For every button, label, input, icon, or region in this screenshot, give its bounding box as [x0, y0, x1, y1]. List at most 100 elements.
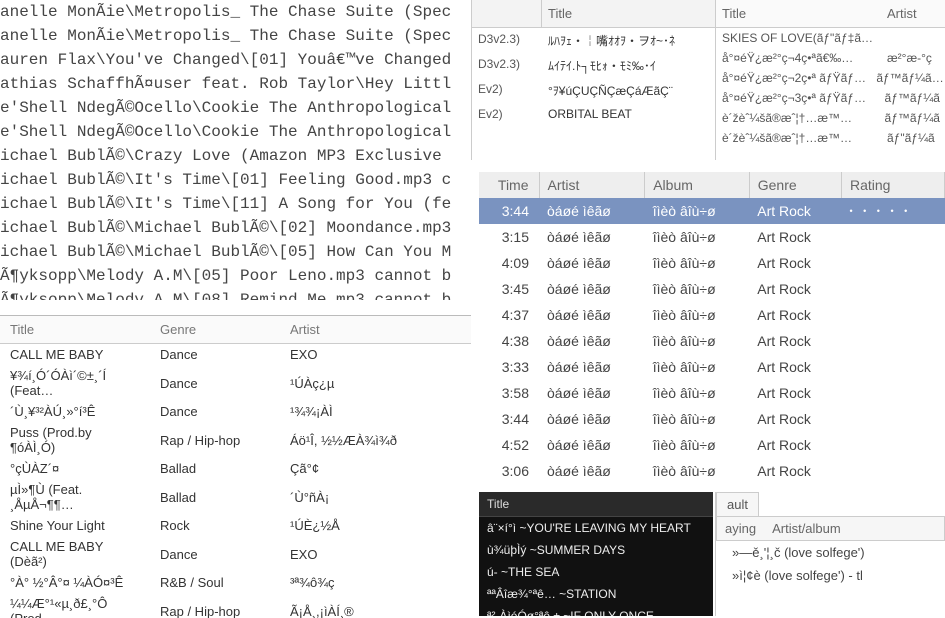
- cell-genre: Art Rock: [749, 198, 841, 224]
- table-row[interactable]: å°¤éŸ¿æ²°ç¬3ç•ª ãƒŸãƒ…ãƒ™ãƒ¼ã: [716, 88, 945, 108]
- table-row[interactable]: å°¤éŸ¿æ²°ç¬2ç•ª ãƒŸãƒ…ãƒ™ãƒ¼ã…: [716, 68, 945, 88]
- cell-artist: ¹ÚÀç¿µ: [280, 365, 471, 401]
- table-row[interactable]: 3:06òáøé ìêãøîìèò âîù÷øArt Rock: [479, 458, 945, 484]
- cell-title: µÌ»¶Ù (Feat. ¸ÅµÅ¬¶¶…: [0, 479, 150, 515]
- table-row[interactable]: 4:09òáøé ìêãøîìèò âîù÷øArt Rock: [479, 250, 945, 276]
- cell-artist: òáøé ìêãø: [539, 224, 645, 250]
- col-artist5[interactable]: Artist: [539, 172, 645, 198]
- log-line: e'Shell NdegÃ©Ocello\Cookie The Anthropo…: [0, 120, 471, 144]
- table-row[interactable]: D3v2.3)ﾑｲﾃｲ.ﾄ┐ﾓﾋｫ・ﾓﾐ‰･ｲ: [472, 53, 715, 78]
- table-row[interactable]: 4:38òáøé ìêãøîìèò âîù÷øArt Rock: [479, 328, 945, 354]
- list-item[interactable]: ªªÂîæ¾°ªê… ~STATION: [479, 583, 713, 605]
- log-line: anelle MonÃie\Metropolis_ The Chase Suit…: [0, 24, 471, 48]
- cell-time: 4:37: [479, 302, 539, 328]
- cell-artist: Çã°¢: [280, 458, 471, 479]
- table-row[interactable]: Puss (Prod.by ¶óÀÌ¸Ó)Rap / Hip-hopÁö¹Î, …: [0, 422, 471, 458]
- list-item[interactable]: ª²¸ÀìéÓø°ªê ± ~IF ONLY ONCE: [479, 605, 713, 616]
- cell-genre: Rap / Hip-hop: [150, 593, 280, 618]
- list-item[interactable]: »—ě¸'¦¸č (love solfege'): [716, 541, 945, 564]
- table-row[interactable]: °çÙÀZ´¤BalladÇã°¢: [0, 458, 471, 479]
- cell-genre: R&B / Soul: [150, 572, 280, 593]
- cell-artist: ãƒ™ãƒ¼ã…: [870, 68, 945, 88]
- cell-title: °ｦ¥úÇUÇÑÇæÇáÆãÇ¨: [542, 78, 679, 103]
- cell-artist: òáøé ìêãø: [539, 250, 645, 276]
- table-row[interactable]: è´žèˆ¼šã®æˆ¦†…æ™…ãƒ™ãƒ¼ã: [716, 108, 945, 128]
- table-row[interactable]: 3:44òáøé ìêãøîìèò âîù÷øArt Rock: [479, 406, 945, 432]
- list-item[interactable]: ú- ~THE SEA: [479, 561, 713, 583]
- cell-genre: Art Rock: [749, 276, 841, 302]
- dark-title-panel: Title â¨×í°ì ~YOU'RE LEAVING MY HEARTù¾ü…: [479, 492, 713, 616]
- cell-album: îìèò âîù÷ø: [645, 250, 750, 276]
- cell-artist: ¹ÚÈ¿½Å: [280, 515, 471, 536]
- mini-a-col-title[interactable]: Title: [542, 0, 578, 27]
- cell-artist: òáøé ìêãø: [539, 302, 645, 328]
- cell-artist: òáøé ìêãø: [539, 354, 645, 380]
- cell-rating: [842, 406, 945, 432]
- cell-title: CALL ME BABY (Dèã²): [0, 536, 150, 572]
- table-row[interactable]: CALL ME BABY (Dèã²)DanceEXO: [0, 536, 471, 572]
- table-row[interactable]: µÌ»¶Ù (Feat. ¸ÅµÅ¬¶¶…Ballad´Ù°ñÀ¡: [0, 479, 471, 515]
- cell-tag: Ev2): [472, 103, 542, 125]
- cell-genre: Ballad: [150, 479, 280, 515]
- list-item[interactable]: ù¾üþÌý ~SUMMER DAYS: [479, 539, 713, 561]
- cell-time: 3:44: [479, 406, 539, 432]
- cell-album: îìèò âîù÷ø: [645, 328, 750, 354]
- list-item[interactable]: â¨×í°ì ~YOU'RE LEAVING MY HEART: [479, 517, 713, 539]
- dark-panel-header[interactable]: Title: [479, 492, 713, 517]
- tab-aying[interactable]: aying: [717, 517, 764, 540]
- mini-b-col-title[interactable]: Title: [716, 0, 881, 27]
- cell-time: 3:15: [479, 224, 539, 250]
- table-row[interactable]: ¼¼Æ°¹«µ¸ð£¸°Ô (Prod.…Rap / Hip-hopÃ¡Å¸,¡…: [0, 593, 471, 618]
- track-table-header-row: Title Genre Artist: [0, 316, 471, 344]
- col-genre[interactable]: Genre: [150, 316, 280, 344]
- list-item[interactable]: »ì¦¢è (love solfege') - tl: [716, 564, 945, 587]
- cell-tag: D3v2.3): [472, 53, 542, 78]
- cell-artist: Ã¡Å¸,¡ìÀÍ¸®: [280, 593, 471, 618]
- table-row[interactable]: D3v2.3)ﾙﾊｦｪ・￤嘴ｵｵｦ・ヲｵ~･ﾈ: [472, 28, 715, 53]
- table-row[interactable]: 3:15òáøé ìêãøîìèò âîù÷øArt Rock: [479, 224, 945, 250]
- table-row[interactable]: °À° ½°Â°¤ ¼ÀÓ¤³ÊR&B / Soul³ª¾ô¾ç: [0, 572, 471, 593]
- table-row[interactable]: SKIES OF LOVE(ãƒ"ãƒ‡ã…: [716, 28, 945, 48]
- table-row[interactable]: 3:33òáøé ìêãøîìèò âîù÷øArt Rock: [479, 354, 945, 380]
- table-row[interactable]: è´žèˆ¼šã®æˆ¦†…æ™…ãƒ"ãƒ¼ã: [716, 128, 945, 148]
- col-artist-album[interactable]: Artist/album: [764, 517, 849, 540]
- table-row[interactable]: CALL ME BABYDanceEXO: [0, 344, 471, 366]
- table-row[interactable]: ¥¾í¸Ó´ÓÀì´©±¸´Í (Feat…Dance¹ÚÀç¿µ: [0, 365, 471, 401]
- cell-artist: EXO: [280, 536, 471, 572]
- cell-artist: ³ª¾ô¾ç: [280, 572, 471, 593]
- cell-rating: [842, 276, 945, 302]
- cell-album: îìèò âîù÷ø: [645, 458, 750, 484]
- cell-artist: òáøé ìêãø: [539, 432, 645, 458]
- col-artist[interactable]: Artist: [280, 316, 471, 344]
- cell-title: CALL ME BABY: [0, 344, 150, 366]
- table-row[interactable]: å°¤éŸ¿æ²°ç¬4ç•ªã€‰…æ²°æ-°ç: [716, 48, 945, 68]
- tab-ault[interactable]: ault: [716, 492, 759, 516]
- cell-artist: òáøé ìêãø: [539, 458, 645, 484]
- mini-a-col1[interactable]: [472, 0, 542, 27]
- cell-rating: [842, 458, 945, 484]
- table-row[interactable]: 4:37òáøé ìêãøîìèò âîù÷øArt Rock: [479, 302, 945, 328]
- col-genre5[interactable]: Genre: [749, 172, 841, 198]
- library-header-row: Time Artist Album Genre Rating: [479, 172, 945, 198]
- cell-artist: æ²°æ-°ç: [881, 48, 938, 68]
- table-row[interactable]: 3:44òáøé ìêãøîìèò âîù÷øArt Rock• • • • •: [479, 198, 945, 224]
- table-row[interactable]: ´Ù¸¥³²ÀÚ¸»°í³ÊDance¹¾¾¡ÀÌ: [0, 401, 471, 422]
- mini-table-a: Title D3v2.3)ﾙﾊｦｪ・￤嘴ｵｵｦ・ヲｵ~･ﾈD3v2.3)ﾑｲﾃｲ…: [471, 0, 715, 160]
- col-rating5[interactable]: Rating: [842, 172, 945, 198]
- col-time[interactable]: Time: [479, 172, 539, 198]
- table-row[interactable]: Ev2)°ｦ¥úÇUÇÑÇæÇáÆãÇ¨: [472, 78, 715, 103]
- col-title[interactable]: Title: [0, 316, 150, 344]
- cell-time: 3:58: [479, 380, 539, 406]
- table-row[interactable]: Shine Your LightRock¹ÚÈ¿½Å: [0, 515, 471, 536]
- cell-time: 3:45: [479, 276, 539, 302]
- table-row[interactable]: 3:45òáøé ìêãøîìèò âîù÷øArt Rock: [479, 276, 945, 302]
- col-album5[interactable]: Album: [645, 172, 750, 198]
- cell-artist: ãƒ™ãƒ¼ã: [879, 88, 945, 108]
- table-row[interactable]: 3:58òáøé ìêãøîìèò âîù÷øArt Rock: [479, 380, 945, 406]
- table-row[interactable]: Ev2)ORBITAL BEAT: [472, 103, 715, 125]
- cell-artist: òáøé ìêãø: [539, 328, 645, 354]
- table-row[interactable]: 4:52òáøé ìêãøîìèò âîù÷øArt Rock: [479, 432, 945, 458]
- mini-b-col-artist[interactable]: Artist: [881, 0, 923, 27]
- log-line: ichael BublÃ©\It's Time\[11] A Song for …: [0, 192, 471, 216]
- cell-artist: Áö¹Î, ½½ÆÀ¾ì¾ð: [280, 422, 471, 458]
